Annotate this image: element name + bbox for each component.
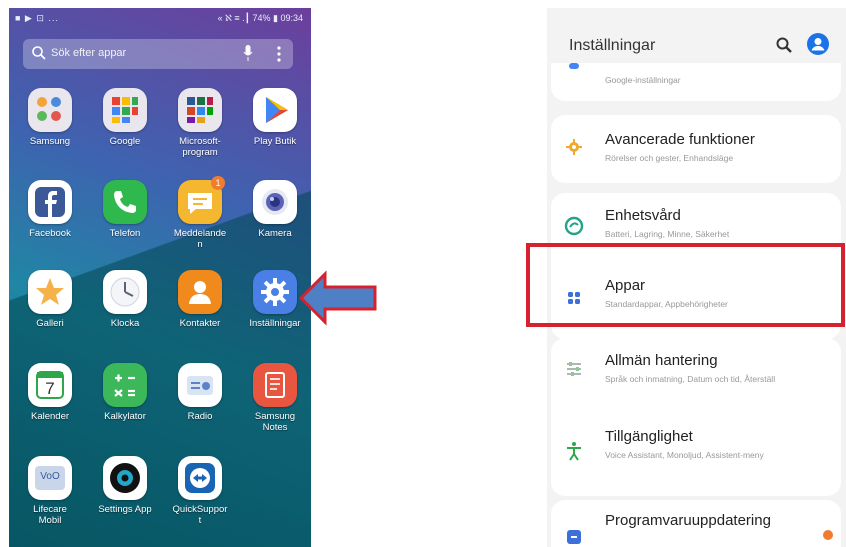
app-label: Play Butik <box>253 136 297 147</box>
gallery-icon <box>28 270 72 314</box>
status-right: « ℵ ≡ .┃ 74% ▮ 09:34 <box>217 13 303 23</box>
settings-item-title: Enhetsvård <box>605 207 681 224</box>
phone-icon <box>103 180 147 224</box>
app-label: Kontakter <box>179 318 221 329</box>
settings-app-icon <box>103 456 147 500</box>
microsoft-folder-icon <box>178 88 222 132</box>
general-management-icon <box>567 362 581 376</box>
settings-item-title: Avancerade funktioner <box>605 131 755 148</box>
software-update-icon <box>567 530 581 544</box>
app-label: Lifecare Mobil <box>33 504 67 526</box>
app-clock[interactable]: Klocka <box>89 270 161 329</box>
app-calendar[interactable]: 7 Kalender <box>14 363 86 422</box>
search-icon[interactable] <box>775 36 793 54</box>
app-label: Meddelande n <box>173 228 227 250</box>
app-messages[interactable]: 1 Meddelande n <box>164 176 236 250</box>
play-store-icon <box>253 88 297 132</box>
app-gallery[interactable]: Galleri <box>14 270 86 329</box>
settings-item-subtitle: Batteri, Lagring, Minne, Säkerhet <box>605 229 730 239</box>
camera-icon <box>253 180 297 224</box>
app-label: Settings App <box>98 504 152 515</box>
settings-item-subtitle: Voice Assistant, Monoljud, Assistent-men… <box>605 450 764 460</box>
settings-item-accessibility[interactable]: Tillgänglighet Voice Assistant, Monoljud… <box>551 416 841 494</box>
advanced-features-icon <box>566 139 582 155</box>
settings-item-subtitle: Rörelser och gester, Enhandsläge <box>605 153 734 163</box>
page-title: Inställningar <box>569 37 656 54</box>
app-label: Samsung <box>29 136 71 147</box>
app-microsoft[interactable]: Microsoft- program <box>164 88 236 158</box>
accessibility-icon <box>567 442 581 461</box>
settings-card-general: Allmän hantering Språk och inmatning, Da… <box>551 338 841 496</box>
app-radio[interactable]: Radio <box>164 363 236 422</box>
app-label: Kalkylator <box>104 411 146 422</box>
settings-item-title: Allmän hantering <box>605 352 718 369</box>
pointer-arrow <box>298 270 377 326</box>
app-label: Radio <box>187 411 213 422</box>
quicksupport-icon <box>178 456 222 500</box>
search-placeholder: Sök efter appar <box>51 47 127 59</box>
app-samsung-notes[interactable]: Samsung Notes <box>239 363 311 433</box>
settings-item-general-management[interactable]: Allmän hantering Språk och inmatning, Da… <box>551 338 841 413</box>
settings-card-google: Google-inställningar <box>551 63 841 101</box>
status-left: ■ ▶ ⊡ ... <box>15 13 59 23</box>
app-label: Facebook <box>29 228 71 239</box>
app-quicksupport[interactable]: QuickSuppor t <box>164 456 236 526</box>
app-facebook[interactable]: Facebook <box>14 180 86 239</box>
messages-icon: 1 <box>178 176 225 224</box>
device-care-icon <box>564 216 584 236</box>
more-options-icon[interactable] <box>277 45 281 63</box>
radio-icon <box>178 363 222 407</box>
phone-app-drawer: ■ ▶ ⊡ ... « ℵ ≡ .┃ 74% ▮ 09:34 Sök efter… <box>9 8 311 547</box>
settings-item-advanced-features[interactable]: Avancerade funktioner Rörelser och geste… <box>551 115 841 183</box>
page-indicator <box>9 538 311 547</box>
google-folder-icon <box>103 88 147 132</box>
settings-item-google[interactable]: Google-inställningar <box>551 63 841 101</box>
app-label: Kamera <box>258 228 292 239</box>
app-label: QuickSuppor t <box>172 504 228 526</box>
app-contacts[interactable]: Kontakter <box>164 270 236 329</box>
app-camera[interactable]: Kamera <box>239 180 311 239</box>
settings-card-software-update: Programvaruuppdatering <box>551 500 841 547</box>
update-badge-dot <box>823 530 833 540</box>
app-settings-app[interactable]: Settings App <box>89 456 161 515</box>
microphone-icon[interactable] <box>243 45 253 61</box>
highlight-box-apps <box>526 243 845 327</box>
app-google[interactable]: Google <box>89 88 161 147</box>
app-lifecare[interactable]: VoO Lifecare Mobil <box>14 456 86 526</box>
notes-icon <box>253 363 297 407</box>
unread-badge: 1 <box>211 176 225 190</box>
app-calculator[interactable]: Kalkylator <box>89 363 161 422</box>
calendar-icon: 7 <box>28 363 72 407</box>
app-label: Google <box>109 136 141 147</box>
settings-item-title: Programvaruuppdatering <box>605 512 771 529</box>
settings-item-subtitle: Språk och inmatning, Datum och tid, Åter… <box>605 374 776 384</box>
app-label: Microsoft- program <box>179 136 221 158</box>
contacts-icon <box>178 270 222 314</box>
app-samsung[interactable]: Samsung <box>14 88 86 147</box>
clock-icon <box>103 270 147 314</box>
app-search-bar[interactable]: Sök efter appar <box>23 39 293 69</box>
app-label: Galleri <box>36 318 64 329</box>
settings-item-software-update[interactable]: Programvaruuppdatering <box>551 500 841 547</box>
samsung-folder-icon <box>28 88 72 132</box>
settings-card-advanced: Avancerade funktioner Rörelser och geste… <box>551 115 841 183</box>
calculator-icon <box>103 363 147 407</box>
settings-gear-icon <box>253 270 297 314</box>
lifecare-icon: VoO <box>28 456 72 500</box>
app-play-store[interactable]: Play Butik <box>239 88 311 147</box>
search-icon <box>32 46 46 60</box>
app-label: Telefon <box>109 228 141 239</box>
status-bar: ■ ▶ ⊡ ... « ℵ ≡ .┃ 74% ▮ 09:34 <box>9 8 311 28</box>
calendar-day: 7 <box>45 379 55 398</box>
lifecare-logo-text: VoO <box>40 471 60 482</box>
app-label: Kalender <box>30 411 70 422</box>
settings-item-title: Tillgänglighet <box>605 428 693 445</box>
app-label: Klocka <box>110 318 140 329</box>
facebook-icon <box>28 180 72 224</box>
settings-item-subtitle: Google-inställningar <box>605 75 681 85</box>
app-label: Samsung Notes <box>254 411 296 433</box>
account-icon[interactable] <box>807 33 829 55</box>
google-icon <box>569 63 579 69</box>
app-phone[interactable]: Telefon <box>89 180 161 239</box>
